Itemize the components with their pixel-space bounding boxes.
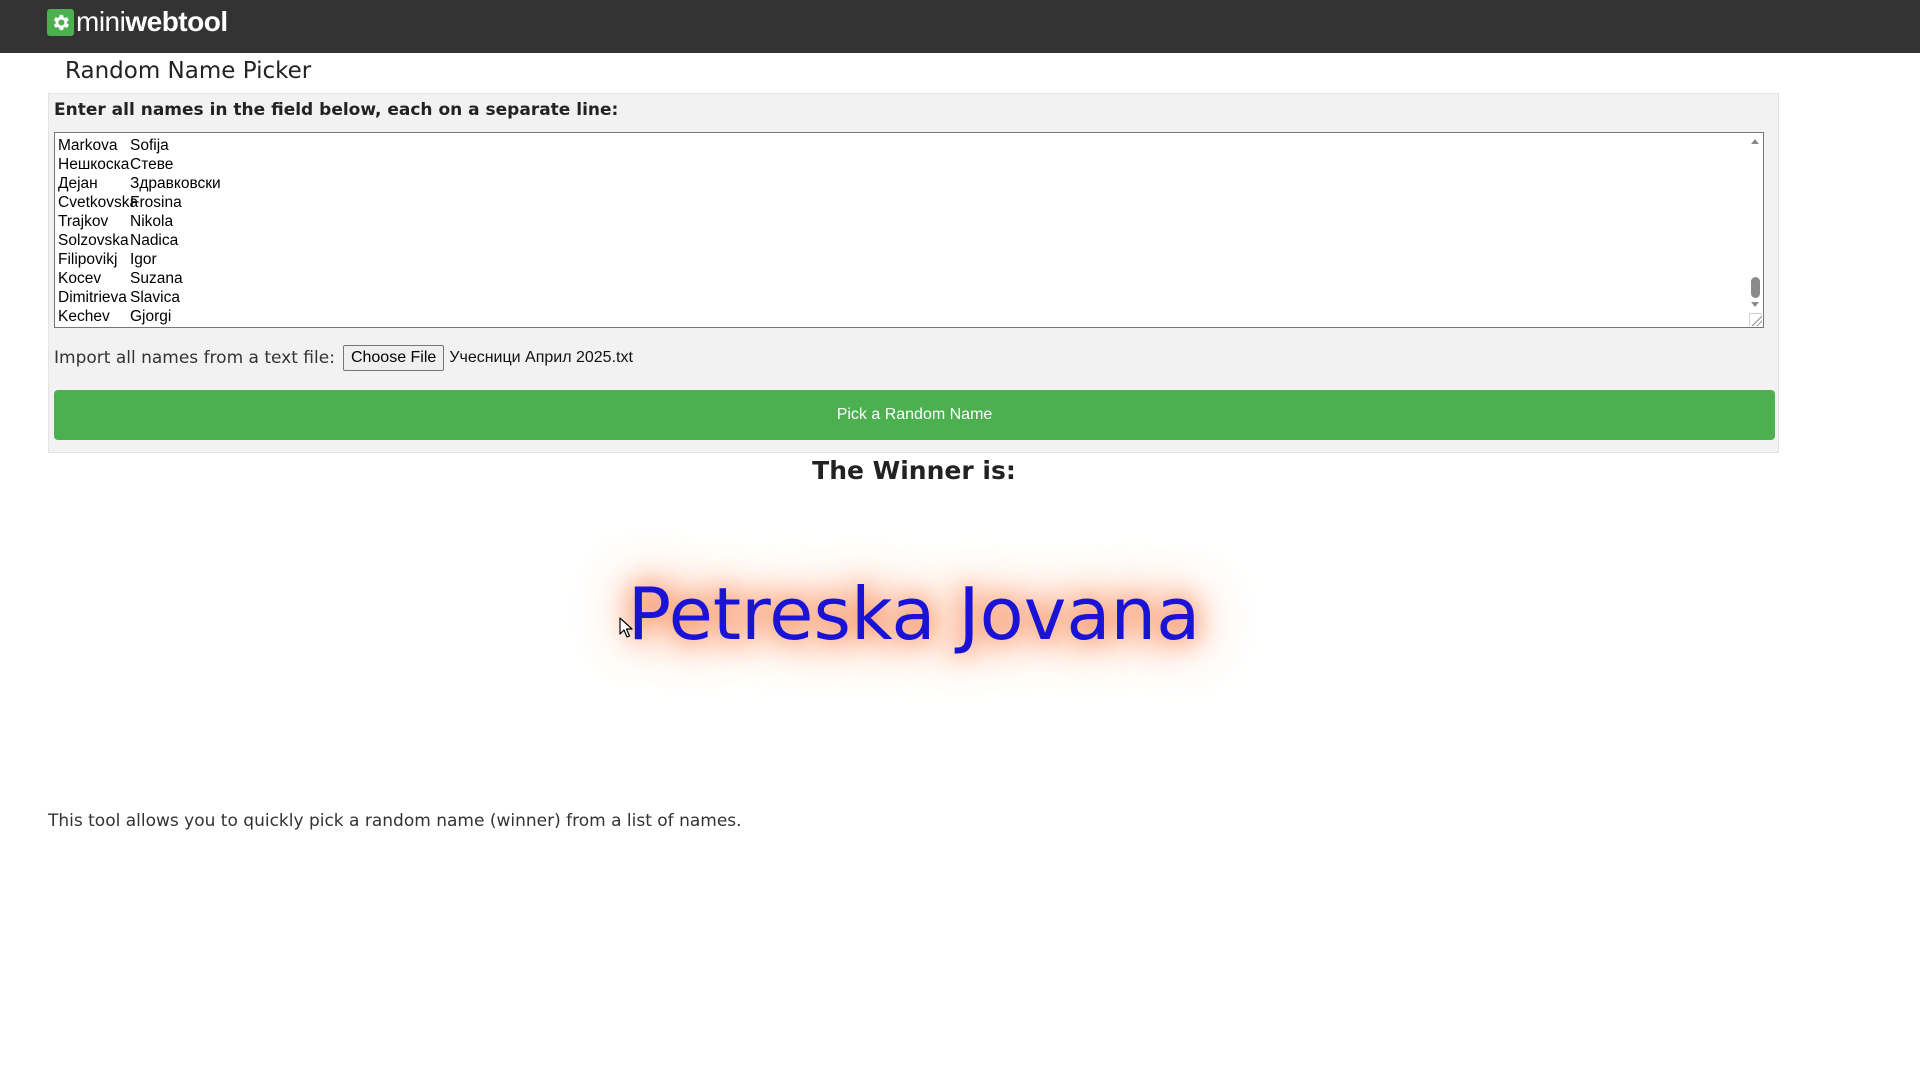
scroll-down-arrow-icon[interactable] [1751,302,1759,307]
name-entry-first: Igor [130,251,157,268]
site-logo[interactable]: mini webtool [47,6,228,37]
name-entry: Kocev Suzana [58,269,221,288]
gear-icon [47,8,74,36]
name-entry: Trajkov Nikola [58,212,221,231]
name-entry: SolzovskaNadica [58,231,221,250]
name-picker-form: Enter all names in the field below, each… [48,93,1779,453]
name-entry-last: Solzovska [58,232,129,249]
name-entry-first: Nikola [130,213,174,230]
names-textarea[interactable]: Markova Sofija НешкоскаСтеве Дејан Здравковс… [54,132,1764,328]
name-entry-first: Здравковски [130,175,221,192]
winner-name: Petreska Jovana [627,572,1201,656]
tool-description: This tool allows you to quickly pick a r… [48,811,742,831]
name-entry: Dimitrieva Slavica [58,288,221,307]
name-entry-last: Markova [58,137,118,154]
name-entry-last: Kechev [58,308,110,325]
scrollbar-thumb[interactable] [1751,277,1760,298]
import-row: Import all names from a text file: Choos… [54,345,633,371]
choose-file-button[interactable]: Choose File [342,345,445,371]
name-entry-first: Sofija [130,137,169,154]
names-field-label: Enter all names in the field below, each… [54,100,619,120]
page-title: Random Name Picker [65,58,312,84]
winner-heading: The Winner is: [812,456,1016,485]
name-entry-last: Дејан [58,175,98,192]
logo-text-bold: webtool [125,6,228,37]
name-entry-first: Slavica [130,289,180,306]
top-navigation-bar: mini webtool [0,0,1920,53]
name-entry: Markova Sofija [58,136,221,155]
name-entry: CvetkovskaFrosina [58,193,221,212]
name-entry: Kechev Gjorgi [58,307,221,326]
name-entry-last: Kocev [58,270,102,287]
logo-text-light: mini [76,6,126,37]
name-entry-first: Gjorgi [130,308,172,325]
name-entry-last: Нешкоска [58,156,130,173]
name-entry-last: Trajkov [58,213,109,230]
name-entry-first: Suzana [130,270,183,287]
name-entry-last: Dimitrieva [58,289,127,306]
chosen-file-name: Учесници Април 2025.txt [449,349,633,366]
name-entry-first: Frosina [130,194,182,211]
name-entry: Дејан Здравковски [58,174,221,193]
name-entry: Filipovikj Igor [58,250,221,269]
name-entry-last: Filipovikj [58,251,118,268]
name-entry-last: Cvetkovska [58,194,139,211]
resize-grip-icon[interactable] [1749,313,1762,326]
name-entry-first: Nadica [130,232,179,249]
name-entry-first: Стеве [130,156,174,173]
import-label: Import all names from a text file: [54,348,335,368]
names-list: Markova Sofija НешкоскаСтеве Дејан Здравковс… [58,136,221,326]
scroll-up-arrow-icon[interactable] [1751,139,1759,144]
names-scrollbar[interactable] [1748,133,1763,327]
pick-random-name-button[interactable]: Pick a Random Name [54,390,1775,440]
name-entry: НешкоскаСтеве [58,155,221,174]
mouse-pointer-icon [619,617,633,638]
